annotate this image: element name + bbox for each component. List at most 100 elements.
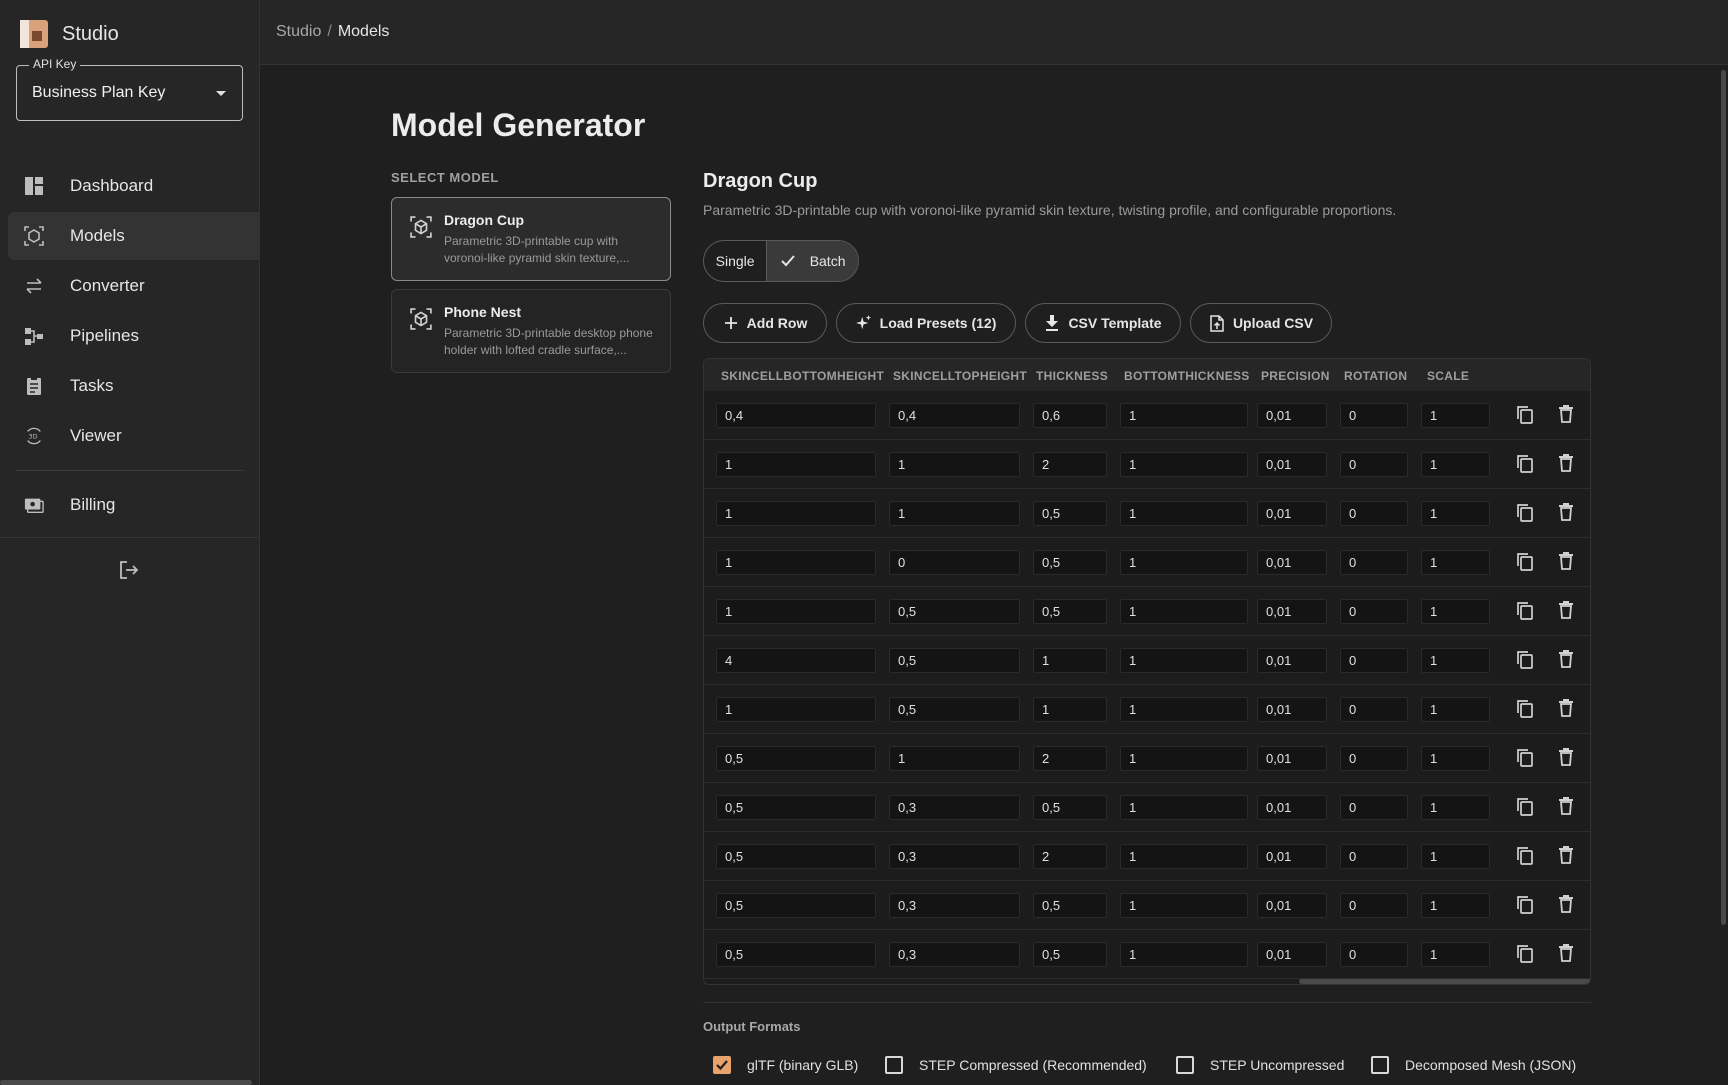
param-input[interactable]: 0,5 — [1033, 599, 1107, 624]
sidebar-scrollbar[interactable] — [0, 1080, 252, 1085]
duplicate-row-icon[interactable] — [1516, 797, 1536, 817]
delete-row-icon[interactable] — [1558, 601, 1578, 621]
param-input[interactable]: 0,4 — [716, 403, 876, 428]
param-input[interactable]: 0 — [1340, 942, 1408, 967]
param-input[interactable]: 1 — [1120, 550, 1248, 575]
duplicate-row-icon[interactable] — [1516, 699, 1536, 719]
load-presets-button[interactable]: Load Presets (12) — [836, 303, 1016, 343]
param-input[interactable]: 0,01 — [1257, 746, 1327, 771]
model-card-phone-nest[interactable]: Phone Nest Parametric 3D-printable deskt… — [391, 289, 671, 373]
param-input[interactable]: 1 — [889, 452, 1020, 477]
param-input[interactable]: 0,01 — [1257, 599, 1327, 624]
delete-row-icon[interactable] — [1558, 503, 1578, 523]
param-input[interactable]: 0,6 — [1033, 403, 1107, 428]
param-input[interactable]: 0 — [1340, 403, 1408, 428]
param-input[interactable]: 1 — [716, 697, 876, 722]
format-step-compressed-checkbox[interactable]: STEP Compressed (Recommended) — [885, 1056, 1147, 1074]
param-input[interactable]: 0,01 — [1257, 893, 1327, 918]
param-input[interactable]: 0,01 — [1257, 501, 1327, 526]
param-input[interactable]: 0,5 — [716, 942, 876, 967]
param-input[interactable]: 1 — [1421, 697, 1490, 722]
delete-row-icon[interactable] — [1558, 748, 1578, 768]
api-key-select[interactable]: API Key Business Plan Key — [16, 57, 243, 121]
param-input[interactable]: 1 — [1120, 746, 1248, 771]
param-input[interactable]: 1 — [716, 550, 876, 575]
param-input[interactable]: 2 — [1033, 746, 1107, 771]
param-input[interactable]: 0,5 — [889, 648, 1020, 673]
param-input[interactable]: 0,01 — [1257, 697, 1327, 722]
duplicate-row-icon[interactable] — [1516, 650, 1536, 670]
sidebar-item-billing[interactable]: Billing — [8, 481, 260, 529]
param-input[interactable]: 0,01 — [1257, 452, 1327, 477]
delete-row-icon[interactable] — [1558, 454, 1578, 474]
format-gltf-checkbox[interactable]: glTF (binary GLB) — [713, 1056, 858, 1074]
param-input[interactable]: 1 — [1421, 844, 1490, 869]
param-input[interactable]: 1 — [1421, 452, 1490, 477]
sidebar-item-tasks[interactable]: Tasks — [8, 362, 260, 410]
param-input[interactable]: 2 — [1033, 452, 1107, 477]
param-input[interactable]: 0,5 — [716, 844, 876, 869]
sidebar-item-dashboard[interactable]: Dashboard — [8, 162, 260, 210]
param-input[interactable]: 1 — [1421, 746, 1490, 771]
format-step-uncompressed-checkbox[interactable]: STEP Uncompressed — [1176, 1056, 1344, 1074]
param-input[interactable]: 1 — [1421, 403, 1490, 428]
param-input[interactable]: 0,3 — [889, 844, 1020, 869]
delete-row-icon[interactable] — [1558, 699, 1578, 719]
param-input[interactable]: 1 — [716, 501, 876, 526]
delete-row-icon[interactable] — [1558, 650, 1578, 670]
param-input[interactable]: 0 — [1340, 844, 1408, 869]
model-card-dragon-cup[interactable]: Dragon Cup Parametric 3D-printable cup w… — [391, 197, 671, 281]
param-input[interactable]: 1 — [1120, 403, 1248, 428]
duplicate-row-icon[interactable] — [1516, 895, 1536, 915]
duplicate-row-icon[interactable] — [1516, 748, 1536, 768]
param-input[interactable]: 1 — [1120, 452, 1248, 477]
param-input[interactable]: 0,01 — [1257, 403, 1327, 428]
param-input[interactable]: 1 — [1120, 501, 1248, 526]
param-input[interactable]: 0,5 — [1033, 893, 1107, 918]
param-input[interactable]: 1 — [716, 452, 876, 477]
param-input[interactable]: 0,5 — [1033, 501, 1107, 526]
duplicate-row-icon[interactable] — [1516, 944, 1536, 964]
param-input[interactable]: 1 — [1421, 795, 1490, 820]
param-input[interactable]: 0 — [1340, 550, 1408, 575]
param-input[interactable]: 1 — [1421, 648, 1490, 673]
param-input[interactable]: 0,01 — [1257, 844, 1327, 869]
param-input[interactable]: 0,5 — [889, 599, 1020, 624]
param-input[interactable]: 1 — [889, 501, 1020, 526]
param-input[interactable]: 1 — [1120, 844, 1248, 869]
mode-batch-button[interactable]: Batch — [767, 241, 858, 281]
param-input[interactable]: 1 — [1421, 501, 1490, 526]
duplicate-row-icon[interactable] — [1516, 846, 1536, 866]
param-input[interactable]: 1 — [1120, 697, 1248, 722]
delete-row-icon[interactable] — [1558, 895, 1578, 915]
param-input[interactable]: 0 — [1340, 893, 1408, 918]
delete-row-icon[interactable] — [1558, 944, 1578, 964]
param-input[interactable]: 1 — [1421, 599, 1490, 624]
upload-csv-button[interactable]: Upload CSV — [1190, 303, 1332, 343]
param-input[interactable]: 0,5 — [1033, 942, 1107, 967]
add-row-button[interactable]: Add Row — [703, 303, 827, 343]
param-input[interactable]: 0,5 — [1033, 550, 1107, 575]
sidebar-item-converter[interactable]: Converter — [8, 262, 260, 310]
param-input[interactable]: 0,01 — [1257, 795, 1327, 820]
param-input[interactable]: 4 — [716, 648, 876, 673]
param-input[interactable]: 1 — [1421, 942, 1490, 967]
param-input[interactable]: 0,5 — [716, 893, 876, 918]
csv-template-button[interactable]: CSV Template — [1025, 303, 1181, 343]
param-input[interactable]: 0,01 — [1257, 648, 1327, 673]
sidebar-item-viewer[interactable]: 3D Viewer — [8, 412, 260, 460]
param-input[interactable]: 0,4 — [889, 403, 1020, 428]
delete-row-icon[interactable] — [1558, 797, 1578, 817]
param-input[interactable]: 1 — [1120, 893, 1248, 918]
param-input[interactable]: 0,01 — [1257, 550, 1327, 575]
breadcrumb-root[interactable]: Studio — [276, 23, 321, 40]
duplicate-row-icon[interactable] — [1516, 503, 1536, 523]
brand[interactable]: Studio — [18, 18, 119, 50]
logout-icon[interactable] — [117, 558, 141, 582]
format-decomposed-mesh-checkbox[interactable]: Decomposed Mesh (JSON) — [1371, 1056, 1576, 1074]
param-input[interactable]: 0 — [1340, 746, 1408, 771]
param-input[interactable]: 0 — [1340, 501, 1408, 526]
param-input[interactable]: 0,5 — [716, 795, 876, 820]
sidebar-item-pipelines[interactable]: Pipelines — [8, 312, 260, 360]
param-input[interactable]: 1 — [716, 599, 876, 624]
